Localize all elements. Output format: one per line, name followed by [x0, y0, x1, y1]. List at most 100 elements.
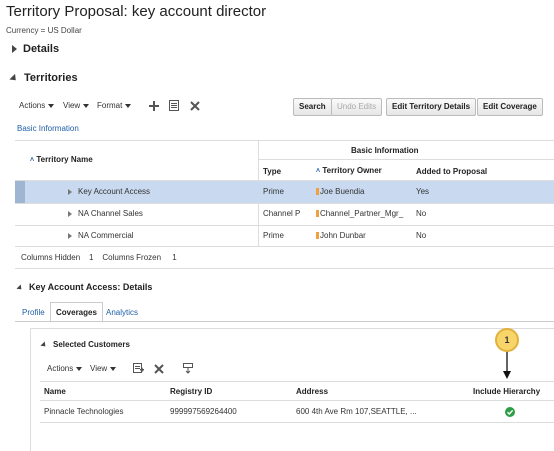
territory-name: NA Commercial	[78, 231, 134, 240]
table-row[interactable]: NA Channel Sales Channel P Channel_Partn…	[15, 204, 554, 225]
expand-icon	[12, 45, 17, 54]
table-row[interactable]: Pinnacle Technologies 999997569264400 60…	[40, 401, 554, 422]
customer-registry-id: 999997569264400	[170, 407, 237, 416]
tab-coverages[interactable]: Coverages	[50, 302, 103, 323]
grid-top-border	[15, 140, 554, 141]
column-label: Territory Owner	[322, 166, 382, 175]
callout-badge: 1	[495, 328, 519, 352]
edit-territory-details-button[interactable]: Edit Territory Details	[386, 98, 477, 116]
owner-label: Joe Buendia	[320, 187, 365, 196]
view-menu[interactable]: View	[63, 101, 90, 110]
view-label: View	[90, 364, 108, 373]
collapse-icon	[9, 73, 19, 83]
edit-coverage-button[interactable]: Edit Coverage	[477, 98, 543, 116]
delete-icon[interactable]	[190, 101, 200, 111]
territory-owner[interactable]: Joe Buendia	[316, 187, 364, 196]
currency-label: Currency = US Dollar	[6, 26, 82, 35]
columns-hidden-label: Columns Hidden	[21, 253, 81, 262]
tab-profile[interactable]: Profile	[22, 308, 45, 317]
column-territory-owner[interactable]: ˄ Territory Owner	[316, 166, 382, 175]
column-added-to-proposal[interactable]: Added to Proposal	[416, 167, 487, 176]
actions-label: Actions	[19, 101, 46, 110]
territory-owner[interactable]: Channel_Partner_Mgr_	[316, 209, 403, 218]
territories-section-header[interactable]: Territories	[9, 72, 78, 84]
selected-customers-title: Selected Customers	[53, 340, 130, 349]
search-button[interactable]: Search	[293, 98, 332, 116]
column-registry-id[interactable]: Registry ID	[170, 387, 212, 396]
customers-view-menu[interactable]: View	[90, 364, 117, 373]
table-row[interactable]: Key Account Access Prime Joe Buendia Yes	[15, 181, 554, 203]
tab-coverages-label: Coverages	[56, 308, 97, 317]
territory-type: Channel P	[263, 209, 301, 218]
columns-frozen-value: 1	[172, 253, 177, 262]
column-address[interactable]: Address	[296, 387, 328, 396]
territory-type: Prime	[263, 231, 284, 240]
columns-status: Columns Hidden 1 Columns Frozen 1	[21, 253, 177, 262]
added-to-proposal: No	[416, 231, 427, 240]
territory-name: NA Channel Sales	[78, 209, 143, 218]
row-expand[interactable]: NA Channel Sales	[68, 209, 143, 218]
row-expand[interactable]: NA Commercial	[68, 231, 134, 240]
chevron-down-icon	[83, 103, 90, 108]
actions-menu[interactable]: Actions	[19, 101, 55, 110]
group-header: Basic Information	[351, 146, 419, 155]
callout-arrow-icon	[503, 352, 511, 379]
selected-customers-header[interactable]: Selected Customers	[40, 340, 130, 349]
detach-icon[interactable]	[169, 100, 179, 111]
tab-analytics[interactable]: Analytics	[106, 308, 138, 317]
add-icon[interactable]	[149, 101, 159, 111]
export-icon[interactable]	[183, 363, 194, 374]
person-icon	[316, 188, 319, 196]
table-row[interactable]: NA Commercial Prime John Dunbar No	[15, 226, 554, 246]
basic-information-link[interactable]: Basic Information	[17, 124, 79, 133]
column-territory-name[interactable]: ˄ Territory Name	[30, 155, 93, 164]
added-to-proposal: Yes	[416, 187, 430, 196]
check-circle-icon	[505, 407, 515, 417]
columns-hidden-value: 1	[89, 253, 94, 262]
expand-icon	[68, 210, 72, 217]
sort-icon: ˄	[316, 168, 321, 175]
row-selector[interactable]	[15, 181, 25, 203]
columns-frozen-label: Columns Frozen	[102, 253, 162, 262]
tab-bar-border	[15, 321, 554, 322]
column-name[interactable]: Name	[44, 387, 66, 396]
chevron-down-icon	[110, 366, 117, 371]
row-expand[interactable]: Key Account Access	[68, 187, 150, 196]
chevron-down-icon	[125, 103, 132, 108]
customers-actions-menu[interactable]: Actions	[47, 364, 83, 373]
actions-label: Actions	[47, 364, 74, 373]
view-label: View	[63, 101, 81, 110]
column-label: Territory Name	[36, 155, 93, 164]
format-label: Format	[97, 101, 123, 110]
details-label: Details	[23, 43, 60, 55]
customer-name: Pinnacle Technologies	[44, 407, 124, 416]
collapse-icon	[16, 284, 24, 292]
added-to-proposal: No	[416, 209, 427, 218]
chevron-down-icon	[76, 366, 83, 371]
person-icon	[316, 232, 319, 240]
page-title: Territory Proposal: key account director	[6, 3, 267, 20]
undo-edits-button[interactable]: Undo Edits	[331, 98, 383, 116]
details-section-header[interactable]: Details	[12, 43, 59, 55]
owner-label: Channel_Partner_Mgr_	[320, 209, 404, 218]
territory-owner[interactable]: John Dunbar	[316, 231, 366, 240]
row-border	[40, 422, 554, 423]
collapse-icon	[40, 341, 48, 349]
add-row-icon[interactable]	[133, 363, 144, 374]
chevron-down-icon	[48, 103, 55, 108]
group-header-border	[259, 159, 554, 160]
expand-icon	[68, 188, 72, 195]
customer-address: 600 4th Ave Rm 107,SEATTLE, ...	[296, 407, 417, 416]
sort-icon: ˄	[30, 157, 35, 164]
detail-panel-header[interactable]: Key Account Access: Details	[16, 282, 153, 292]
territory-name: Key Account Access	[78, 187, 151, 196]
delete-icon[interactable]	[154, 364, 164, 374]
format-menu[interactable]: Format	[97, 101, 132, 110]
column-type[interactable]: Type	[263, 167, 281, 176]
owner-label: John Dunbar	[320, 231, 366, 240]
divider	[15, 268, 554, 269]
expand-icon	[68, 232, 72, 239]
detail-panel-title: Key Account Access: Details	[29, 282, 153, 292]
customers-header-top-border	[40, 381, 554, 382]
column-include-hierarchy[interactable]: Include Hierarchy	[473, 387, 540, 396]
